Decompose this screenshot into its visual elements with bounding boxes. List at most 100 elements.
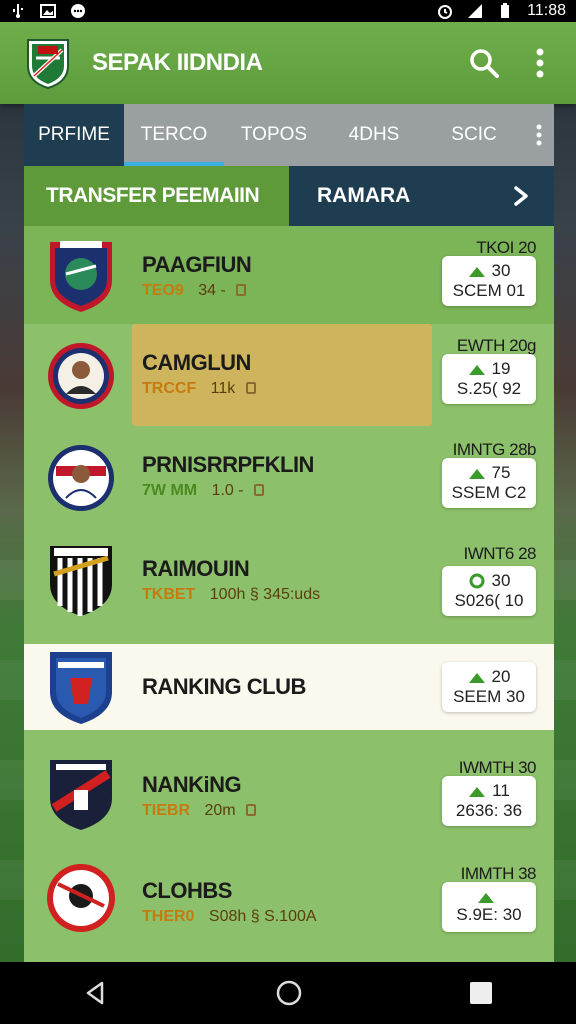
up-arrow-icon [478,893,494,903]
tab-terco[interactable]: TERCO [124,104,224,166]
app-title: SEPAK IIDNDIA [92,49,263,76]
row-tag: TEO9 [142,282,184,299]
row-stat-label: S.9E: 30 [456,905,522,924]
app-bar: SEPAK IIDNDIA [0,22,576,104]
club-badge-icon [50,241,112,312]
row-name: CAMGLUN [142,350,251,375]
row-meta-text: 1.0 - [211,482,244,499]
status-time: 11:88 [527,2,566,19]
signal-icon [468,4,483,18]
recents-icon[interactable] [468,980,494,1006]
tab-topos[interactable]: TOPOS [224,104,324,166]
row-stat: S.9E: 30 [442,882,536,932]
system-nav-bar [0,962,576,1024]
row-stat-value: 75 [491,463,511,482]
row-meta: TEO9 34 - [142,282,247,300]
club-badge-icon [50,546,112,616]
row-stat: 30 S026( 10 [442,566,536,616]
list-item[interactable]: NANKiNG TIEBR 20m IWMTH 30 11 2636: 36 [24,746,554,846]
row-meta-text: 20m [204,802,236,819]
section-ramara-link[interactable]: RAMARA [289,166,554,226]
club-badge-icon [50,760,112,830]
row-stat-label: S.25( 92 [456,379,522,398]
row-stat: 20 SEEM 30 [442,662,536,712]
list-item[interactable]: CAMGLUN TRCCF 11k EWTH 20g 19 S.25( 92 [24,324,554,426]
club-badge-icon [50,652,112,724]
row-date: EWTH 20g [456,336,537,355]
search-icon [470,49,499,78]
row-stat: 19 S.25( 92 [442,354,536,404]
row-meta: THER0 S08h § S.100A [142,908,317,926]
overflow-menu-button[interactable] [520,43,560,83]
player-avatar-icon [48,445,114,511]
row-tag: 7W MM [142,482,198,499]
up-arrow-icon [468,673,485,683]
row-stat-label: SCEM 01 [452,281,526,300]
more-vert-icon [536,124,542,146]
row-stat: 11 2636: 36 [442,776,536,826]
list-item[interactable]: PRNISRRPFKLIN 7W MM 1.0 - IMNTG 28b 75 S… [24,426,554,526]
back-icon[interactable] [82,979,110,1007]
chat-icon [71,4,85,18]
lock-icon [245,382,256,394]
alarm-icon [438,5,453,19]
tabs-more-button[interactable] [524,104,554,166]
up-arrow-icon [468,469,485,479]
row-stat-value: 30 [491,261,511,280]
home-icon[interactable] [274,978,304,1008]
list-item-selected[interactable]: RANKING CLUB 20 SEEM 30 [24,644,554,730]
up-arrow-icon [468,365,485,375]
chevron-right-icon [514,186,528,206]
up-arrow-icon [468,267,485,277]
row-stat-value: 11 [492,781,510,800]
transfer-list: PAAGFIUN TEO9 34 - TKOI 20 30 SCEM 01 CA… [24,226,554,962]
row-date: IMNTG 28b [452,440,537,459]
status-bar: 11:88 [0,0,576,22]
battery-icon [501,3,510,18]
row-name: RAIMOUIN [142,556,250,581]
row-stat: 30 SCEM 01 [442,256,536,306]
usb-icon [13,4,23,18]
tab-prime[interactable]: PRFIME [24,104,124,166]
tab-scic[interactable]: SCIC [424,104,524,166]
up-arrow-icon [469,787,486,797]
tab-bar: PRFIME TERCO TOPOS 4DHS SCIC [24,104,554,166]
row-date: IMMTH 38 [460,864,537,883]
lock-icon [254,484,265,496]
tab-4dhs[interactable]: 4DHS [324,104,424,166]
row-meta-text: S08h § S.100A [208,908,317,925]
image-icon [40,4,56,18]
club-logo-icon[interactable] [24,36,72,90]
row-name: NANKiNG [142,772,242,797]
row-meta: 7W MM 1.0 - [142,482,265,500]
row-stat-label: 2636: 36 [455,801,523,820]
row-meta-text: 100h § 345:uds [209,586,321,603]
more-vert-icon [536,48,544,78]
row-stat-value: 20 [491,667,511,686]
row-tag: TKBET [142,586,196,603]
row-stat-label: SSEM C2 [451,483,527,502]
row-name: CLOHBS [142,878,232,903]
row-meta: TKBET 100h § 345:uds [142,586,320,604]
section-transfer-title[interactable]: TRANSFER PEEMAIIN [24,166,289,226]
row-stat-label: S026( 10 [454,591,524,610]
row-meta: TIEBR 20m [142,802,257,820]
lock-icon [236,284,247,296]
list-item[interactable]: CLOHBS THER0 S08h § S.100A IMMTH 38 S.9E… [24,852,554,952]
row-tag: TRCCF [142,380,197,397]
refresh-icon [469,573,485,589]
row-meta-text: 11k [210,380,236,397]
row-stat-value: 19 [491,359,511,378]
row-tag: TIEBR [142,802,190,819]
section-ramara-label: RAMARA [317,184,411,207]
row-date: TKOI 20 [476,238,536,257]
list-item[interactable]: RAIMOUIN TKBET 100h § 345:uds IWNT6 28 3… [24,530,554,630]
club-badge-icon [47,864,115,932]
row-name: PAAGFIUN [142,252,252,277]
row-name: RANKING CLUB [142,674,306,699]
section-header: TRANSFER PEEMAIIN RAMARA [24,166,554,226]
row-stat: 75 SSEM C2 [442,458,536,508]
search-button[interactable] [464,43,504,83]
player-avatar-icon [48,343,114,409]
list-item[interactable]: PAAGFIUN TEO9 34 - TKOI 20 30 SCEM 01 [24,226,554,326]
